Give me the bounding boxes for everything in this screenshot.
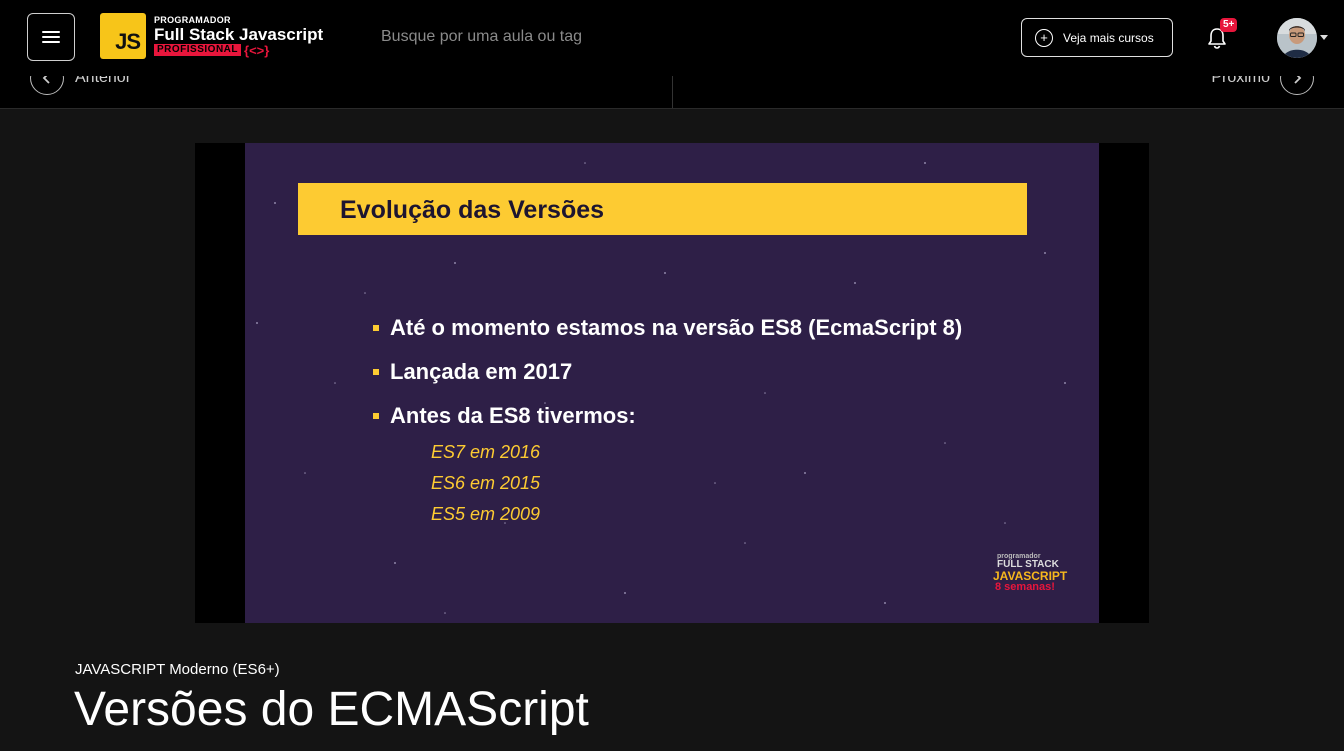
slide-bullet: Até o momento estamos na versão ES8 (Ecm… — [373, 306, 962, 350]
more-courses-label: Veja mais cursos — [1063, 30, 1154, 45]
js-logo-badge: JS — [100, 13, 146, 59]
slide-sub-item: ES6 em 2015 — [431, 473, 541, 493]
bullet-square-icon — [373, 413, 379, 419]
slide-sub-item: ES5 em 2009 — [431, 504, 541, 524]
more-courses-button[interactable]: + Veja mais cursos — [1021, 18, 1173, 57]
video-player[interactable]: Evolução das Versões Até o momento estam… — [195, 143, 1149, 623]
video-slide: Evolução das Versões Até o momento estam… — [245, 143, 1099, 623]
search-input[interactable] — [381, 28, 881, 46]
slide-sub-items: ES7 em 2016 ES6 em 2015 ES5 em 2009 — [431, 442, 540, 535]
logo-line3: PROFISSIONAL — [154, 44, 242, 56]
avatar-image — [1277, 18, 1317, 58]
logo-line1: PROGRAMADOR — [154, 14, 231, 25]
slide-bullet-text: Até o momento estamos na versão ES8 (Ecm… — [390, 315, 963, 340]
course-name: JAVASCRIPT Moderno (ES6+) — [75, 661, 280, 678]
logo-line3-row: PROFISSIONAL {<>} — [154, 44, 323, 57]
plus-circle-icon: + — [1035, 28, 1053, 47]
notification-badge: 5+ — [1220, 18, 1238, 32]
slide-title: Evolução das Versões — [340, 196, 605, 224]
bullet-square-icon — [373, 369, 379, 375]
lesson-title: Versões do ECMAScript — [74, 683, 589, 736]
hamburger-icon — [42, 31, 60, 43]
slide-bullet: Lançada em 2017 — [373, 350, 962, 394]
chevron-down-icon[interactable] — [1320, 35, 1328, 40]
nav-divider — [672, 75, 673, 108]
logo-braces: {<>} — [244, 42, 270, 58]
slide-bullets: Até o momento estamos na versão ES8 (Ecm… — [373, 306, 962, 438]
slide-bullet: Antes da ES8 tivermos: — [373, 394, 962, 438]
slide-title-bar: Evolução das Versões — [298, 183, 1027, 235]
logo-text: PROGRAMADOR Full Stack Javascript PROFIS… — [154, 14, 324, 57]
watermark-line4: 8 semanas! — [995, 581, 1055, 593]
slide-sub-item: ES7 em 2016 — [431, 442, 541, 462]
user-avatar[interactable] — [1277, 18, 1317, 58]
slide-bullet-text: Antes da ES8 tivermos: — [390, 403, 636, 428]
top-bar: JS PROGRAMADOR Full Stack Javascript PRO… — [0, 0, 1344, 76]
bullet-square-icon — [373, 325, 379, 331]
slide-watermark-logo: programador FULL STACK JAVASCRIPT 8 sema… — [993, 553, 1067, 593]
slide-bullet-text: Lançada em 2017 — [390, 359, 573, 384]
logo-line2: Full Stack Javascript — [154, 24, 324, 44]
brand-logo[interactable]: JS PROGRAMADOR Full Stack Javascript PRO… — [100, 12, 323, 60]
menu-button[interactable] — [27, 13, 75, 61]
